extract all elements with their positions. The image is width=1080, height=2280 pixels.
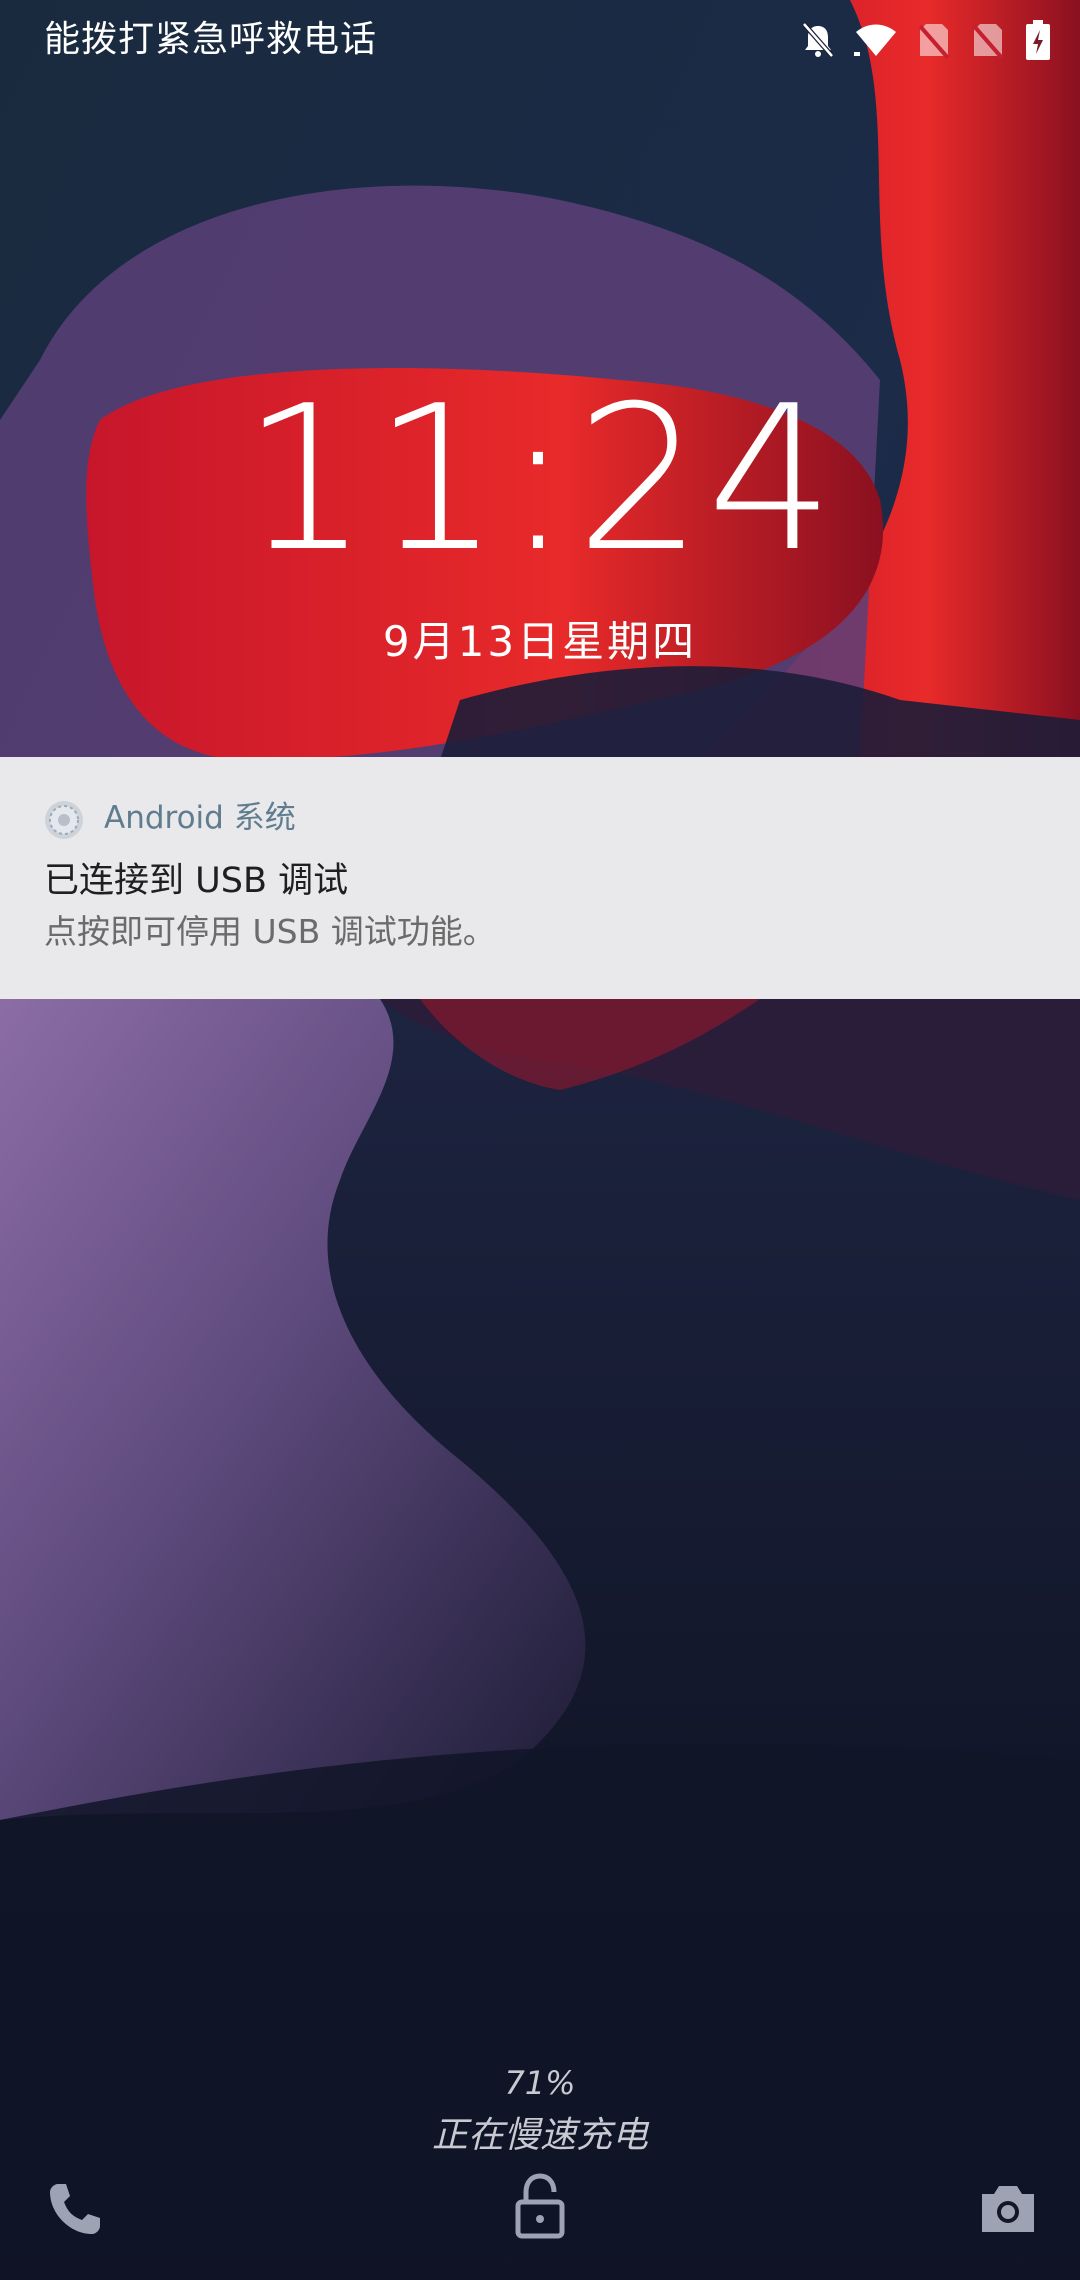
android-system-icon: [44, 800, 84, 840]
emergency-calls-only-text: 能拨打紧急呼救电话: [44, 19, 378, 60]
notifications-off-icon: [800, 20, 836, 60]
notification-text: 点按即可停用 USB 调试功能。: [44, 912, 496, 951]
battery-percent: 71%: [504, 2064, 576, 2102]
no-sim-icon: [916, 20, 952, 60]
charging-status: 正在慢速充电: [431, 2115, 648, 2156]
lockscreen-clock: 11:24: [241, 363, 839, 596]
wifi-icon: [854, 20, 898, 60]
battery-charging-icon: [1024, 20, 1052, 60]
status-icons: [800, 16, 1052, 64]
notification-app-name: Android 系统: [104, 800, 296, 836]
status-bar: 能拨打紧急呼救电话: [0, 0, 1080, 80]
phone-icon[interactable]: [44, 2178, 104, 2238]
notification-title: 已连接到 USB 调试: [44, 861, 349, 901]
lockscreen-date: 9月13日星期四: [382, 617, 698, 666]
lock-icon[interactable]: [510, 2172, 570, 2240]
wallpaper-image: [0, 0, 1080, 2280]
camera-icon[interactable]: [976, 2178, 1040, 2238]
no-sim-icon: [970, 20, 1006, 60]
